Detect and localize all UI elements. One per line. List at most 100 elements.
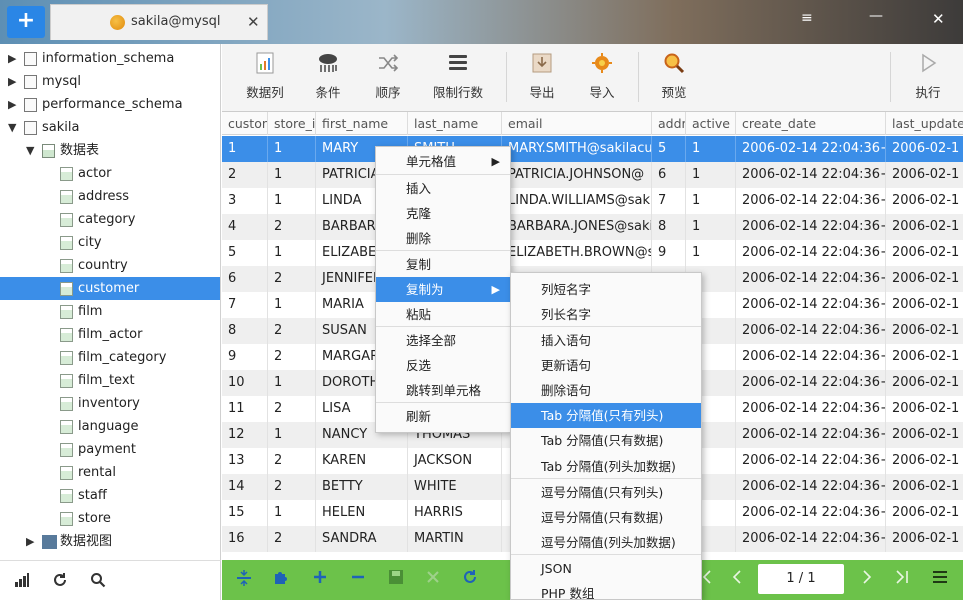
table-cell[interactable]: 1 xyxy=(686,188,736,214)
table-cell[interactable]: 1 xyxy=(268,370,316,396)
collapsed-arrow-icon[interactable]: ▶ xyxy=(8,93,16,116)
filter-button[interactable]: 条件 xyxy=(308,52,348,106)
tree-item[interactable]: customer xyxy=(0,277,220,300)
tree-item[interactable]: inventory xyxy=(0,392,220,415)
table-cell[interactable]: 2006-02-1 xyxy=(886,162,963,188)
table-cell[interactable]: 2006-02-14 22:04:36+ xyxy=(736,526,886,552)
table-cell[interactable]: 1 xyxy=(268,240,316,266)
table-row[interactable]: 3 1 LINDA LINDA.WILLIAMS@sak 7 1 2006-02-14 22… xyxy=(222,188,963,214)
first-page-icon[interactable] xyxy=(700,569,714,590)
tree-item[interactable]: category xyxy=(0,208,220,231)
table-cell[interactable]: 1 xyxy=(686,214,736,240)
table-cell[interactable]: 2006-02-14 22:04:36+ xyxy=(736,136,886,162)
table-cell[interactable]: 2006-02-14 22:04:36+ xyxy=(736,318,886,344)
tree-item[interactable]: address xyxy=(0,185,220,208)
table-cell[interactable]: 14 xyxy=(222,474,268,500)
refresh-menu-item[interactable]: 刷新 xyxy=(376,404,510,429)
table-cell[interactable]: 13 xyxy=(222,448,268,474)
table-cell[interactable]: 2 xyxy=(222,162,268,188)
table-cell[interactable]: 2006-02-1 xyxy=(886,318,963,344)
copy-as-option[interactable]: 删除语句 xyxy=(511,378,701,403)
table-cell[interactable]: ELIZABETH.BROWN@s xyxy=(502,240,652,266)
table-cell[interactable]: 7 xyxy=(652,188,686,214)
column-header[interactable]: create_date xyxy=(736,112,886,135)
table-cell[interactable]: 2006-02-1 xyxy=(886,344,963,370)
table-cell[interactable]: 9 xyxy=(652,240,686,266)
table-cell[interactable]: 2 xyxy=(268,214,316,240)
tree-item[interactable]: film xyxy=(0,300,220,323)
table-cell[interactable]: 7 xyxy=(222,292,268,318)
table-cell[interactable]: 2006-02-1 xyxy=(886,396,963,422)
table-cell[interactable]: 2006-02-1 xyxy=(886,422,963,448)
page-indicator[interactable]: 1 / 1 xyxy=(758,564,844,594)
copy-as-option[interactable]: JSON xyxy=(511,556,701,581)
export-button[interactable]: 导出 xyxy=(522,52,562,106)
table-cell[interactable]: 2 xyxy=(268,474,316,500)
close-window-icon[interactable]: ✕ xyxy=(932,10,945,28)
remove-row-icon[interactable] xyxy=(350,569,366,590)
paste-menu-item[interactable]: 粘贴 xyxy=(376,302,510,327)
tree-item[interactable]: language xyxy=(0,415,220,438)
table-cell[interactable]: 2 xyxy=(268,344,316,370)
menu-icon[interactable] xyxy=(932,569,948,589)
column-header[interactable]: last_name xyxy=(408,112,502,135)
table-cell[interactable]: 2006-02-1 xyxy=(886,448,963,474)
table-cell[interactable]: KAREN xyxy=(316,448,408,474)
table-cell[interactable]: 2006-02-1 xyxy=(886,474,963,500)
copy-as-option[interactable]: 逗号分隔值(只有数据) xyxy=(511,505,701,530)
table-cell[interactable]: 5 xyxy=(652,136,686,162)
table-cell[interactable]: 2006-02-1 xyxy=(886,136,963,162)
table-cell[interactable]: BARBARA.JONES@saki xyxy=(502,214,652,240)
tree-item[interactable]: film_category xyxy=(0,346,220,369)
table-cell[interactable]: 2006-02-1 xyxy=(886,292,963,318)
signal-icon[interactable] xyxy=(14,572,30,592)
select-all-menu-item[interactable]: 选择全部 xyxy=(376,328,510,353)
minimize-icon[interactable]: — xyxy=(869,8,883,24)
table-cell[interactable]: 1 xyxy=(686,136,736,162)
table-cell[interactable]: 2006-02-14 22:04:36+ xyxy=(736,396,886,422)
execute-button[interactable]: 执行 xyxy=(908,52,948,106)
table-cell[interactable]: MARTIN xyxy=(408,526,502,552)
table-cell[interactable]: HELEN xyxy=(316,500,408,526)
copy-as-option[interactable]: 列长名字 xyxy=(511,302,701,327)
copy-as-option[interactable]: 逗号分隔值(列头加数据) xyxy=(511,530,701,555)
collapsed-arrow-icon[interactable]: ▶ xyxy=(8,70,16,93)
column-header[interactable]: last_update xyxy=(886,112,963,135)
refresh-grid-icon[interactable] xyxy=(462,569,478,590)
table-cell[interactable]: 2006-02-1 xyxy=(886,266,963,292)
limit-rows-button[interactable]: 限制行数 xyxy=(426,52,490,106)
tree-item[interactable]: country xyxy=(0,254,220,277)
table-cell[interactable]: HARRIS xyxy=(408,500,502,526)
table-cell[interactable]: 6 xyxy=(222,266,268,292)
table-cell[interactable]: 2006-02-14 22:04:36+ xyxy=(736,292,886,318)
table-cell[interactable]: 16 xyxy=(222,526,268,552)
expanded-arrow-icon[interactable]: ▼ xyxy=(26,139,34,162)
table-cell[interactable]: 1 xyxy=(268,188,316,214)
tree-item[interactable]: ▶ 数据视图 xyxy=(0,530,220,553)
table-cell[interactable]: 2006-02-14 22:04:36+ xyxy=(736,214,886,240)
column-header[interactable]: addr xyxy=(652,112,686,135)
tree-item[interactable]: actor xyxy=(0,162,220,185)
table-cell[interactable]: 2006-02-14 22:04:36+ xyxy=(736,344,886,370)
column-header[interactable]: email xyxy=(502,112,652,135)
copy-as-option[interactable]: PHP 数组 xyxy=(511,581,701,599)
table-cell[interactable]: 6 xyxy=(652,162,686,188)
next-page-icon[interactable] xyxy=(860,569,874,590)
tree-item[interactable]: film_text xyxy=(0,369,220,392)
column-header[interactable]: first_name xyxy=(316,112,408,135)
table-cell[interactable]: 2006-02-1 xyxy=(886,188,963,214)
table-cell[interactable]: 2006-02-1 xyxy=(886,370,963,396)
table-cell[interactable]: 2 xyxy=(268,318,316,344)
goto-cell-menu-item[interactable]: 跳转到单元格 xyxy=(376,378,510,403)
copy-as-option[interactable]: 逗号分隔值(只有列头) xyxy=(511,480,701,505)
tree-item[interactable]: film_actor xyxy=(0,323,220,346)
table-cell[interactable]: 12 xyxy=(222,422,268,448)
expanded-arrow-icon[interactable]: ▼ xyxy=(8,116,16,139)
table-cell[interactable]: 2006-02-14 22:04:36+ xyxy=(736,370,886,396)
save-icon[interactable] xyxy=(388,569,404,590)
copy-menu-item[interactable]: 复制 xyxy=(376,252,510,277)
table-cell[interactable]: 2006-02-14 22:04:36+ xyxy=(736,266,886,292)
last-page-icon[interactable] xyxy=(894,569,910,590)
table-cell[interactable]: 2006-02-14 22:04:36+ xyxy=(736,474,886,500)
tree-item[interactable]: ▶ performance_schema xyxy=(0,93,220,116)
